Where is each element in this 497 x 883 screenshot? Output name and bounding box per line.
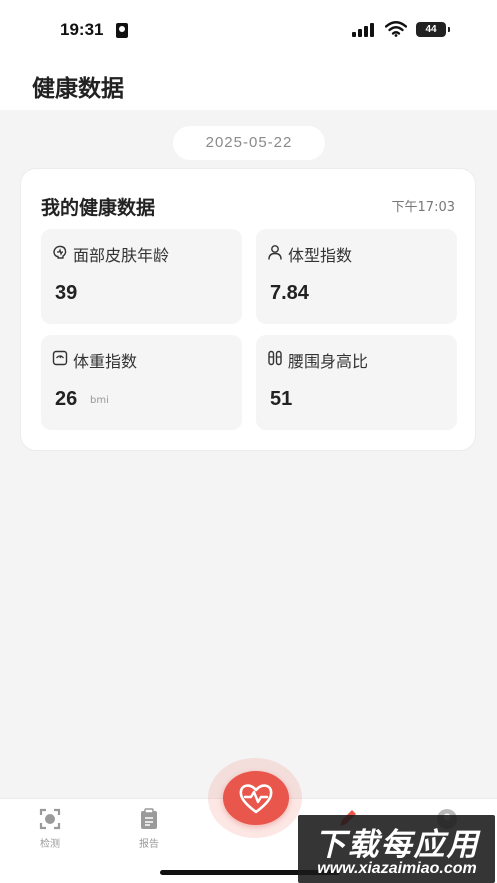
watermark-title: 下载每应用 <box>314 827 480 863</box>
watermark-url: www.xiazaimiao.com <box>317 860 477 877</box>
metric-label: 体型指数 <box>288 246 353 265</box>
metric-value: 7.84 <box>270 282 309 304</box>
heart-check-button[interactable] <box>223 771 289 825</box>
metric-unit: bmi <box>90 395 109 406</box>
wifi-icon <box>385 21 407 37</box>
tab-label: 报告 <box>139 839 159 850</box>
tab-label: 检测 <box>40 839 60 850</box>
battery-icon: 44 <box>416 22 450 37</box>
metric-face-age[interactable]: 面部皮肤年龄 39 <box>41 229 242 324</box>
clipboard-icon <box>141 808 157 829</box>
health-data-card: 我的健康数据 下午17:03 面部皮肤年龄 39 体型指数 7.84 体重指数 … <box>20 168 476 451</box>
face-icon <box>53 245 67 259</box>
header: 健康数据 <box>0 60 497 110</box>
heart-pulse-icon <box>239 784 273 814</box>
metric-value: 39 <box>55 282 78 304</box>
metric-bmi[interactable]: 体重指数 26 bmi <box>41 335 242 430</box>
metric-label: 面部皮肤年龄 <box>73 246 170 265</box>
page-title: 健康数据 <box>32 76 124 102</box>
status-time: 19:31 <box>60 20 104 39</box>
signal-icon <box>352 23 374 37</box>
person-icon <box>268 245 282 260</box>
tab-report[interactable]: 报告 <box>124 807 174 857</box>
status-bar: 19:31 44 <box>0 0 497 60</box>
waist-icon <box>268 350 282 366</box>
tab-detect[interactable]: 检测 <box>25 807 75 857</box>
metric-label: 体重指数 <box>73 352 138 371</box>
id-card-icon <box>116 23 128 38</box>
metric-value: 26 <box>55 388 78 410</box>
scale-icon <box>52 350 68 366</box>
metric-label: 腰围身高比 <box>288 352 369 371</box>
date-selector[interactable]: 2025-05-22 <box>173 126 325 160</box>
card-title: 我的健康数据 <box>41 197 156 219</box>
card-time: 下午17:03 <box>391 200 455 215</box>
scan-icon <box>39 808 61 830</box>
metric-body-index[interactable]: 体型指数 7.84 <box>256 229 457 324</box>
metric-waist-height[interactable]: 腰围身高比 51 <box>256 335 457 430</box>
metric-value: 51 <box>270 388 293 410</box>
watermark: 下载每应用 www.xiazaimiao.com <box>298 815 495 883</box>
